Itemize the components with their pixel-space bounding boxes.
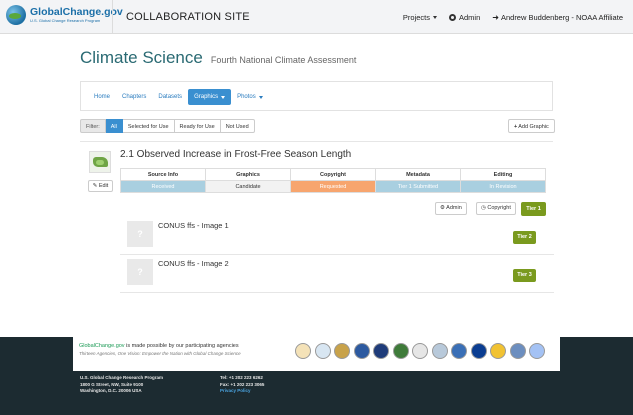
status-header-metadata: Metadata (375, 168, 461, 181)
chevron-down-icon (221, 95, 226, 99)
edit-button[interactable]: ✎ Edit (88, 180, 113, 192)
agency-seal-icon[interactable] (470, 343, 487, 359)
agency-logos (295, 343, 549, 359)
tab-graphics[interactable]: Graphics (188, 89, 232, 105)
agency-seal-icon[interactable] (373, 343, 389, 359)
agency-seal-icon[interactable] (392, 343, 409, 359)
status-header-row: Source Info Graphics Copyright Metadata … (120, 168, 546, 181)
graphic-admin-button[interactable]: ⚙ Admin (435, 202, 467, 215)
image-row: ? CONUS ffs - Image 1 Tier 2 (120, 218, 554, 255)
status-header-source-info: Source Info (120, 168, 206, 181)
filter-bar: Filter: All Selected for Use Ready for U… (80, 119, 255, 133)
status-header-graphics: Graphics (205, 168, 291, 181)
image-row: ? CONUS ffs - Image 2 Tier 3 (120, 256, 554, 293)
chevron-down-icon (258, 95, 263, 99)
admin-link[interactable]: Admin (449, 13, 480, 22)
status-source-info: Received (120, 180, 206, 193)
status-copyright: Requested (290, 180, 376, 193)
agency-seal-icon[interactable] (353, 343, 370, 359)
tab-photos[interactable]: Photos (231, 89, 269, 105)
divider (80, 141, 553, 142)
filter-ready-button[interactable]: Ready for Use (174, 119, 221, 133)
status-header-editing: Editing (460, 168, 546, 181)
privacy-policy-link[interactable]: Privacy Policy (220, 388, 264, 395)
agency-seal-icon[interactable] (509, 343, 526, 359)
address-line: U.S. Global Change Research Program (80, 375, 164, 380)
status-table: Source Info Graphics Copyright Metadata … (120, 168, 546, 193)
filter-label: Filter: (80, 119, 106, 133)
plus-icon: + (514, 124, 518, 130)
pencil-icon: ✎ (92, 183, 98, 189)
footer-address: U.S. Global Change Research Program 1800… (80, 375, 163, 395)
agency-seal-icon[interactable] (451, 343, 467, 359)
phone-number: Tel: +1 202 223 6262 (220, 375, 263, 380)
top-navbar: GlobalChange.gov U.S. Global Change Rese… (0, 0, 633, 34)
filter-not-used-button[interactable]: Not Used (220, 119, 255, 133)
status-header-copyright: Copyright (290, 168, 376, 181)
banner-tagline: Thirteen Agencies, One Vision: Empower t… (79, 351, 241, 356)
gear-icon (449, 14, 456, 21)
filter-selected-button[interactable]: Selected for Use (122, 119, 175, 133)
gear-icon: ⚙ (440, 205, 445, 211)
address-line: Washington, D.C. 20006 USA (80, 388, 142, 393)
agency-seal-icon[interactable] (295, 343, 311, 359)
image-name[interactable]: CONUS ffs - Image 1 (158, 221, 229, 230)
graphic-title[interactable]: 2.1 Observed Increase in Frost-Free Seas… (120, 149, 351, 160)
tab-graphics-label: Graphics (194, 94, 219, 100)
brand-link[interactable]: GlobalChange.gov U.S. Global Change Rese… (6, 5, 123, 25)
user-account-link[interactable]: ➜ Andrew Buddenberg - NOAA Affiliate (492, 13, 623, 22)
status-value-row: Received Candidate Requested Tier 1 Subm… (120, 180, 546, 193)
agency-seal-icon[interactable] (334, 343, 350, 359)
add-graphic-button[interactable]: +Add Graphic (508, 119, 555, 133)
agency-seal-icon[interactable] (490, 343, 506, 359)
admin-label: Admin (459, 13, 481, 22)
graphic-admin-label: Admin (446, 205, 462, 211)
brand-subtitle: U.S. Global Change Research Program (30, 18, 101, 24)
edit-label: Edit (98, 183, 109, 189)
image-placeholder-icon[interactable]: ? (127, 221, 153, 247)
image-name[interactable]: CONUS ffs - Image 2 (158, 259, 229, 268)
sign-in-icon: ➜ (492, 13, 499, 22)
tab-chapters[interactable]: Chapters (116, 89, 152, 105)
status-editing: In Revision (460, 180, 546, 193)
status-graphics: Candidate (205, 180, 291, 193)
page-title[interactable]: Climate Science (80, 48, 203, 68)
tab-home[interactable]: Home (88, 89, 116, 105)
status-metadata: Tier 1 Submitted (375, 180, 461, 193)
graphic-thumbnail[interactable] (89, 151, 111, 173)
agency-seal-icon[interactable] (431, 343, 448, 359)
page-subtitle: Fourth National Climate Assessment (210, 55, 357, 65)
chevron-down-icon (433, 16, 437, 19)
navbar-divider (112, 0, 113, 34)
site-title: COLLABORATION SITE (126, 11, 250, 23)
copyright-button[interactable]: ◷ Copyright (476, 202, 516, 215)
agencies-banner: GlobalChange.gov is made possible by our… (73, 336, 560, 371)
globe-logo-icon (6, 5, 26, 25)
copyright-label: Copyright (487, 205, 511, 211)
agency-seal-icon[interactable] (529, 343, 545, 359)
banner-site-link[interactable]: GlobalChange.gov (79, 343, 125, 349)
page-header: Climate Science Fourth National Climate … (80, 48, 356, 68)
tier-2-button[interactable]: Tier 2 (513, 231, 536, 244)
user-name: Andrew Buddenberg - NOAA Affiliate (500, 13, 623, 22)
projects-label: Projects (402, 13, 430, 22)
project-tabs-panel: Home Chapters Datasets Graphics Photos (80, 81, 553, 111)
projects-dropdown[interactable]: Projects (403, 13, 437, 22)
tab-photos-label: Photos (237, 94, 256, 100)
brand-name: GlobalChange.gov (30, 5, 123, 18)
banner-text: is made possible by our participating ag… (124, 343, 239, 349)
project-tabs: Home Chapters Datasets Graphics Photos (88, 89, 269, 105)
banner-statement: GlobalChange.gov is made possible by our… (79, 343, 241, 349)
clock-icon: ◷ (481, 205, 486, 211)
add-graphic-label: Add Graphic (518, 124, 549, 130)
tab-datasets[interactable]: Datasets (152, 89, 188, 105)
agency-seal-icon[interactable] (314, 343, 331, 359)
tier-1-button[interactable]: Tier 1 (521, 202, 546, 216)
filter-all-button[interactable]: All (105, 119, 123, 133)
footer-contact: Tel: +1 202 223 6262 Fax: +1 202 223 306… (220, 375, 264, 395)
agency-seal-icon[interactable] (412, 343, 428, 359)
image-placeholder-icon[interactable]: ? (127, 259, 153, 285)
tier-3-button[interactable]: Tier 3 (513, 269, 536, 282)
